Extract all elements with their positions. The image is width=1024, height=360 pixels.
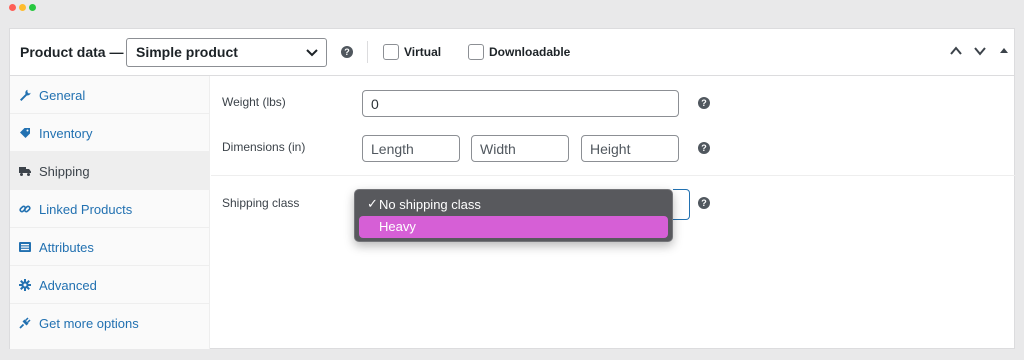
window-close-button[interactable] (9, 4, 16, 11)
panel-header: Product data — Simple product ? Virtual … (10, 29, 1014, 76)
wrench-icon (20, 89, 31, 101)
collapse-toggle-icon[interactable] (996, 43, 1012, 59)
section-divider (211, 175, 1015, 176)
product-data-tabs: General Inventory Shipping Linked Produc… (10, 76, 210, 349)
weight-input[interactable]: 0 (362, 90, 679, 117)
weight-label: Weight (lbs) (222, 95, 286, 109)
tab-advanced-label: Advanced (39, 278, 97, 293)
header-divider (367, 41, 368, 63)
tab-attributes-label: Attributes (39, 240, 94, 255)
list-icon (19, 242, 31, 252)
product-data-panel: Product data — Simple product ? Virtual … (9, 28, 1015, 349)
shipping-class-select[interactable] (673, 189, 690, 220)
tag-icon (20, 128, 30, 138)
product-type-help-icon[interactable]: ? (341, 46, 353, 58)
window-maximize-button[interactable] (29, 4, 36, 11)
width-input[interactable]: Width (471, 135, 569, 162)
tab-linked-products[interactable]: Linked Products (10, 190, 210, 228)
product-type-value: Simple product (136, 44, 238, 60)
tab-general[interactable]: General (10, 76, 210, 114)
tab-general-label: General (39, 88, 86, 103)
shipping-class-dropdown-menu: ✓ No shipping class Heavy (354, 189, 673, 242)
virtual-label: Virtual (404, 45, 442, 59)
window-titlebar (0, 0, 1024, 17)
shipping-class-label: Shipping class (222, 196, 300, 210)
tab-shipping-label: Shipping (39, 164, 90, 179)
height-input[interactable]: Height (581, 135, 679, 162)
window-minimize-button[interactable] (19, 4, 26, 11)
panel-title: Product data — (20, 44, 124, 60)
tab-linked-products-label: Linked Products (39, 202, 133, 217)
checkmark-icon: ✓ (367, 196, 378, 211)
tab-advanced[interactable]: Advanced (10, 266, 210, 304)
downloadable-checkbox[interactable] (468, 44, 484, 60)
chevron-down-icon (306, 49, 318, 57)
dropdown-option-label: Heavy (379, 219, 416, 234)
tab-get-more-options-label: Get more options (39, 316, 139, 331)
weight-help-icon[interactable]: ? (698, 97, 710, 109)
move-up-icon[interactable] (948, 43, 964, 59)
link-icon (19, 205, 31, 213)
virtual-checkbox[interactable] (383, 44, 399, 60)
tab-get-more-options[interactable]: Get more options (10, 304, 210, 342)
dropdown-option-no-shipping-class[interactable]: ✓ No shipping class (359, 194, 668, 216)
tab-inventory-label: Inventory (39, 126, 93, 141)
dropdown-option-heavy[interactable]: Heavy (359, 216, 668, 238)
dimensions-label: Dimensions (in) (222, 140, 306, 154)
downloadable-label: Downloadable (489, 45, 571, 59)
gear-icon (19, 279, 31, 291)
length-input[interactable]: Length (362, 135, 460, 162)
product-type-select[interactable]: Simple product (126, 38, 327, 67)
dimensions-help-icon[interactable]: ? (698, 142, 710, 154)
shipping-class-help-icon[interactable]: ? (698, 197, 710, 209)
plugin-icon (19, 317, 31, 329)
dropdown-option-label: No shipping class (379, 197, 481, 212)
shipping-panel: Weight (lbs) 0 ? Dimensions (in) Length … (211, 76, 1015, 349)
tab-attributes[interactable]: Attributes (10, 228, 210, 266)
tab-shipping[interactable]: Shipping (10, 152, 210, 190)
move-down-icon[interactable] (972, 43, 988, 59)
truck-icon (19, 167, 31, 176)
tab-inventory[interactable]: Inventory (10, 114, 210, 152)
